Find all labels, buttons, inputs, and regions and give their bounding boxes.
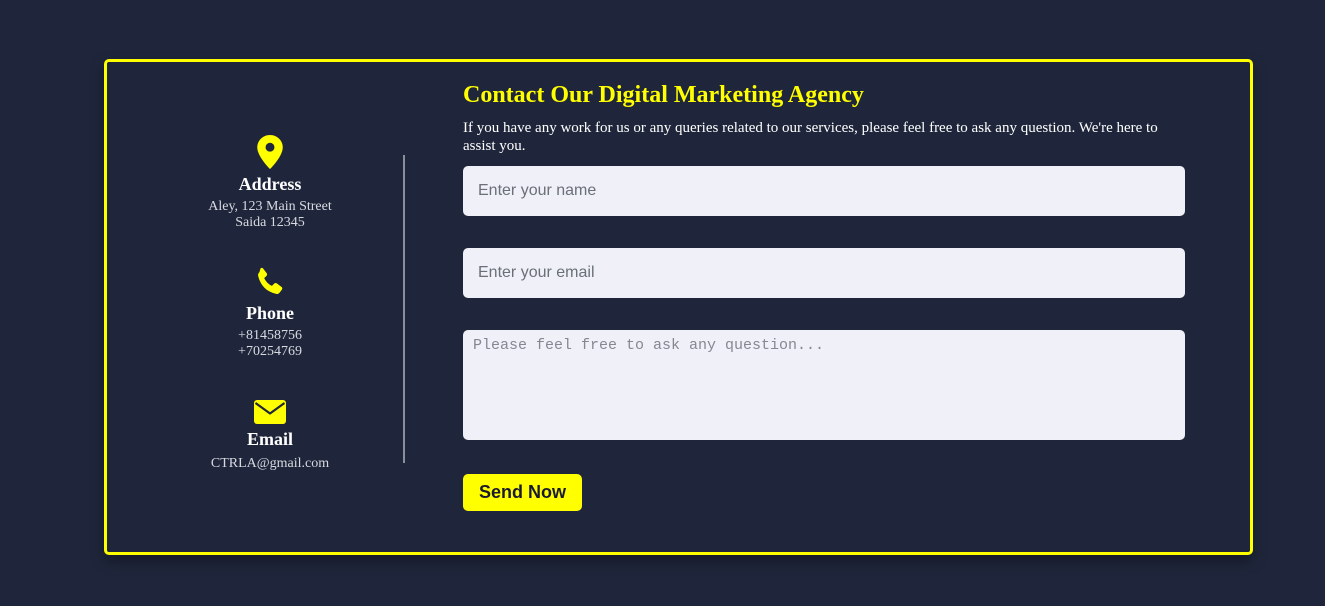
phone-line-1: +81458756 — [238, 328, 302, 343]
address-line-1: Aley, 123 Main Street — [208, 199, 332, 214]
send-now-button[interactable]: Send Now — [463, 474, 582, 511]
form-description: If you have any work for us or any queri… — [463, 120, 1158, 154]
name-input[interactable] — [463, 166, 1185, 216]
envelope-icon — [254, 400, 286, 424]
contact-info-panel: Address Aley, 123 Main Street Saida 1234… — [107, 62, 433, 552]
email-line-1: CTRLA@gmail.com — [210, 456, 330, 471]
phone-block: Phone +81458756 +70254769 — [107, 266, 433, 360]
contact-card: Address Aley, 123 Main Street Saida 1234… — [104, 59, 1253, 555]
message-textarea[interactable] — [463, 330, 1185, 440]
address-line-2: Saida 12345 — [235, 215, 305, 230]
phone-title: Phone — [245, 303, 294, 323]
vertical-divider — [403, 155, 405, 463]
address-block: Address Aley, 123 Main Street Saida 1234… — [107, 135, 433, 231]
email-input[interactable] — [463, 248, 1185, 298]
phone-icon — [258, 267, 283, 294]
map-pin-icon — [257, 135, 283, 169]
form-heading: Contact Our Digital Marketing Agency — [463, 82, 864, 108]
email-block: Email CTRLA@gmail.com — [107, 400, 433, 472]
address-title: Address — [238, 174, 302, 194]
phone-line-2: +70254769 — [238, 344, 302, 359]
email-title: Email — [246, 429, 293, 449]
